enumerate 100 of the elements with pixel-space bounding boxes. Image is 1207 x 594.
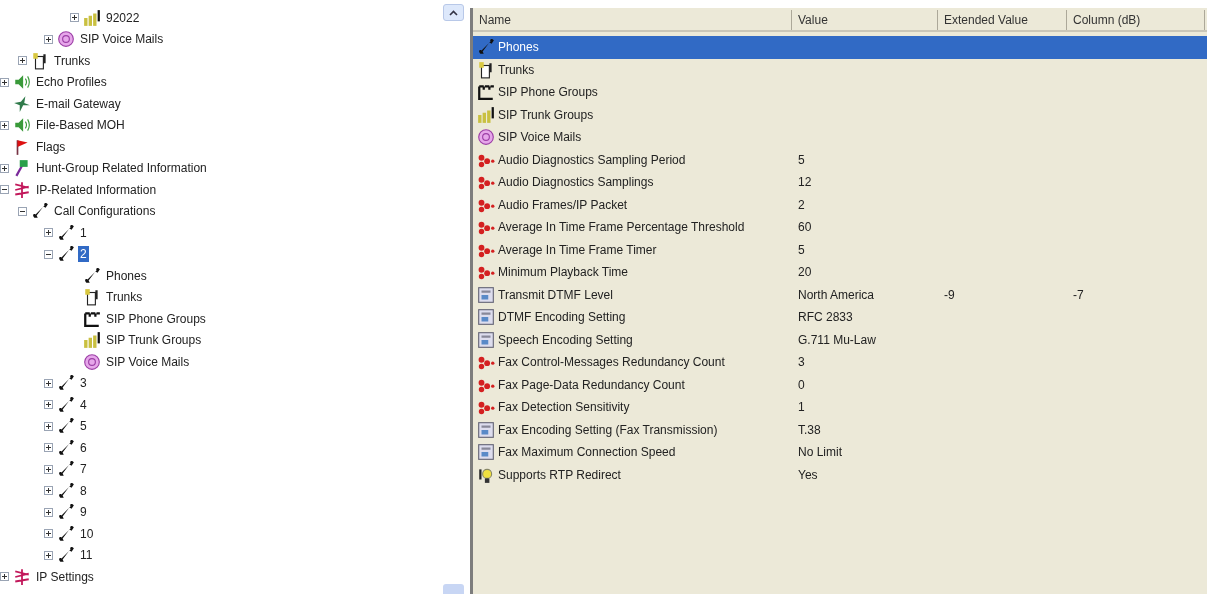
table-row[interactable]: Average In Time Frame Timer 5 [473,238,1207,261]
tree-item[interactable]: 3 [78,375,89,392]
item-name: Transmit DTMF Level [498,287,613,302]
tree-item[interactable]: 1 [78,224,89,241]
table-row[interactable]: Transmit DTMF Level North America -9 -7 [473,283,1207,306]
column-header[interactable]: Value [792,10,938,30]
column-header[interactable]: Name [473,10,792,30]
tree-item[interactable]: SIP Voice Mails [78,31,166,48]
tree-item[interactable]: 8 [78,482,89,499]
expand-icon[interactable] [44,443,53,453]
collapse-icon[interactable] [18,206,27,216]
table-row[interactable]: Supports RTP Redirect Yes [473,463,1207,486]
table-row[interactable]: Speech Encoding Setting G.711 Mu-Law [473,328,1207,351]
item-value: 12 [798,175,812,190]
tree-item[interactable]: Call Configurations [52,203,158,220]
star-icon [13,94,31,113]
bar-group-icon [83,8,101,27]
phone-handset-icon [477,38,495,57]
extended-value: -9 [944,287,955,302]
table-row[interactable]: Phones [473,36,1207,59]
phone-handset-icon [57,438,75,457]
document-icon [477,308,495,327]
table-row[interactable]: Fax Maximum Connection Speed No Limit [473,441,1207,464]
table-row[interactable]: Fax Control-Messages Redundancy Count 3 [473,351,1207,374]
table-row[interactable]: Audio Diagnostics Samplings 12 [473,171,1207,194]
tree-item[interactable]: Trunks [52,52,93,69]
item-value: North America [798,287,875,302]
trunk-icon [83,288,101,307]
item-value: 3 [798,355,805,370]
tree-item[interactable]: SIP Voice Mails [104,353,192,370]
expand-icon[interactable] [44,228,53,238]
tree-item[interactable]: 9 [78,504,89,521]
expand-icon[interactable] [0,120,9,130]
column-header[interactable]: Extended Value [938,10,1067,30]
expand-icon[interactable] [44,529,53,539]
tree-item[interactable]: IP Settings [34,568,96,585]
tree-item[interactable]: 11 [78,547,95,564]
expand-icon[interactable] [0,163,9,173]
expand-icon[interactable] [44,34,53,44]
item-value: 20 [798,265,812,280]
tree-item[interactable]: 2 [78,246,89,263]
table-row[interactable]: Fax Page-Data Redundancy Count 0 [473,373,1207,396]
collapse-icon[interactable] [0,185,9,195]
column-header[interactable]: Column (dB) [1067,10,1205,30]
item-value: 2 [798,197,805,212]
trunk-icon [31,51,49,70]
table-row[interactable]: Trunks [473,58,1207,81]
phone-handset-icon [57,546,75,565]
table-row[interactable]: Fax Detection Sensitivity 1 [473,396,1207,419]
item-value: No Limit [798,445,842,460]
scroll-up-button[interactable] [443,4,464,21]
tree-item[interactable]: 4 [78,396,89,413]
table-row[interactable]: DTMF Encoding Setting RFC 2833 [473,306,1207,329]
tree-item[interactable]: Hunt-Group Related Information [34,160,209,177]
item-value: Yes [798,467,818,482]
tree-item[interactable]: Flags [34,138,68,155]
tree-item[interactable]: 7 [78,461,89,478]
tree-item[interactable]: E-mail Gateway [34,95,123,112]
tree-item[interactable]: IP-Related Information [34,181,159,198]
tree-item[interactable]: 92022 [104,9,142,26]
expand-icon[interactable] [0,77,9,87]
expand-icon[interactable] [18,56,27,66]
expand-icon[interactable] [0,572,9,582]
document-icon [477,443,495,462]
tree-item[interactable]: 6 [78,439,89,456]
table-row[interactable]: Audio Diagnostics Sampling Period 5 [473,148,1207,171]
expand-icon[interactable] [44,507,53,517]
expand-icon[interactable] [70,13,79,23]
item-name: Fax Control-Messages Redundancy Count [498,355,725,370]
item-name: Average In Time Frame Percentage Threshold [498,220,745,235]
table-row[interactable]: SIP Phone Groups [473,81,1207,104]
expand-icon[interactable] [44,486,53,496]
tree-item[interactable]: 10 [78,525,96,542]
tree-item[interactable]: Echo Profiles [34,74,109,91]
item-name: DTMF Encoding Setting [498,310,626,325]
table-row[interactable]: Average In Time Frame Percentage Threshold 60 [473,216,1207,239]
phone-handset-icon [57,374,75,393]
bar-group-icon [477,105,495,124]
tree-item[interactable]: 5 [78,418,89,435]
expand-icon[interactable] [44,550,53,560]
signpost-icon [13,159,31,178]
expand-icon[interactable] [44,378,53,388]
table-row[interactable]: Minimum Playback Time 20 [473,261,1207,284]
expand-icon[interactable] [44,400,53,410]
tree-item[interactable]: Trunks [104,289,145,306]
tree-item[interactable]: SIP Phone Groups [104,310,208,327]
expand-icon[interactable] [44,421,53,431]
tree-item[interactable]: File-Based MOH [34,117,127,134]
tree-item[interactable]: Phones [104,267,149,284]
document-icon [477,330,495,349]
table-row[interactable]: Audio Frames/IP Packet 2 [473,193,1207,216]
document-icon [477,420,495,439]
expand-icon[interactable] [44,464,53,474]
scroll-thumb[interactable] [443,584,464,594]
table-row[interactable]: Fax Encoding Setting (Fax Transmission) T.38 [473,418,1207,441]
collapse-icon[interactable] [44,249,53,259]
tree-item[interactable]: SIP Trunk Groups [104,332,204,349]
table-row[interactable]: SIP Trunk Groups [473,103,1207,126]
table-row[interactable]: SIP Voice Mails [473,126,1207,149]
item-name: SIP Phone Groups [498,85,598,100]
